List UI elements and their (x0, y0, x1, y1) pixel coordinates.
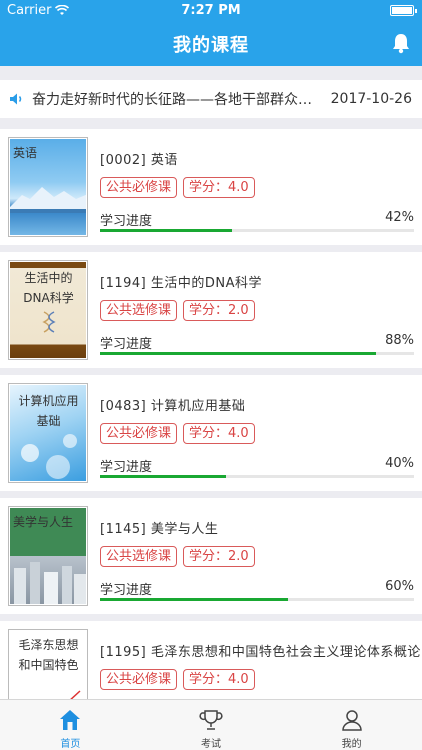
course-type-badge: 公共必修课 (100, 669, 178, 690)
progress-label: 学习进度 (100, 214, 153, 229)
tab-bar: 首页 考试 我的 (0, 699, 422, 750)
credit-badge: 学分：4.0 (183, 177, 255, 198)
credit-badge: 学分：4.0 (183, 669, 255, 690)
cover-title: 美学与人生 (13, 515, 74, 529)
course-title: [0002] 英语 (100, 153, 178, 168)
cover-title: 计算机应用基础 (18, 394, 79, 428)
progress-percent: 40% (385, 456, 414, 471)
cover-title: 毛泽东思想和中国特色 (18, 638, 79, 672)
home-icon (60, 710, 81, 730)
course-title: [1145] 美学与人生 (100, 522, 219, 537)
progress-percent: 42% (385, 210, 414, 225)
course-card[interactable]: 英语 [0002] 英语 公共必修课 学分：4.0 学习进度 42% (0, 129, 422, 245)
course-list[interactable]: 英语 [0002] 英语 公共必修课 学分：4.0 学习进度 42% 生活中的D… (0, 129, 422, 699)
speaker-icon (10, 93, 22, 105)
credit-badge: 学分：2.0 (183, 300, 255, 321)
progress-bar (100, 475, 414, 478)
progress-bar (100, 598, 414, 601)
course-card[interactable]: 计算机应用基础 [0483] 计算机应用基础 公共必修课 学分：4.0 学习进度… (0, 375, 422, 491)
course-title: [1194] 生活中的DNA科学 (100, 276, 262, 291)
course-cover: 英语 (8, 137, 88, 237)
progress-bar (100, 229, 414, 232)
tab-home[interactable]: 首页 (0, 700, 141, 750)
page-title: 我的课程 (173, 35, 249, 56)
progress-label: 学习进度 (100, 337, 153, 352)
tab-profile[interactable]: 我的 (281, 700, 422, 750)
notice-text: 奋力走好新时代的长征路——各地干部群众热议 (32, 92, 323, 108)
course-type-badge: 公共选修课 (100, 546, 178, 567)
progress-label: 学习进度 (100, 460, 153, 475)
trophy-icon (199, 710, 223, 730)
tab-label: 首页 (60, 739, 81, 750)
status-time: 7:27 PM (181, 3, 241, 18)
battery-icon (390, 5, 417, 16)
tab-exam[interactable]: 考试 (141, 700, 282, 750)
progress-percent: 88% (385, 333, 414, 348)
course-cover: 美学与人生 (8, 506, 88, 606)
course-type-badge: 公共必修课 (100, 177, 178, 198)
bell-icon[interactable] (390, 32, 412, 54)
course-cover: 计算机应用基础 (8, 383, 88, 483)
course-cover: 生活中的DNA科学 (8, 260, 88, 360)
progress-percent: 60% (385, 579, 414, 594)
tab-label: 考试 (201, 739, 221, 750)
course-title: [0483] 计算机应用基础 (100, 399, 246, 414)
course-type-badge: 公共选修课 (100, 300, 178, 321)
notice-date: 2017-10-26 (330, 91, 412, 107)
user-icon (341, 710, 362, 731)
course-title: [1195] 毛泽东思想和中国特色社会主义理论体系概论 (100, 645, 421, 660)
cover-title: 英语 (13, 146, 38, 160)
status-bar: Carrier 7:27 PM (0, 0, 422, 22)
progress-label: 学习进度 (100, 583, 153, 598)
progress-fill (100, 475, 226, 478)
notice-bar[interactable]: 奋力走好新时代的长征路——各地干部群众热议 2017-10-26 (0, 80, 422, 118)
progress-bar (100, 352, 414, 355)
progress-fill (100, 598, 289, 601)
course-card[interactable]: 毛泽东思想和中国特色 [1195] 毛泽东思想和中国特色社会主义理论体系概论 公… (0, 621, 422, 699)
progress-fill (100, 229, 232, 232)
credit-badge: 学分：4.0 (183, 423, 255, 444)
app-header: Carrier 7:27 PM 我的课程 (0, 0, 422, 66)
course-type-badge: 公共必修课 (100, 423, 178, 444)
course-cover: 毛泽东思想和中国特色 (8, 629, 88, 699)
course-card[interactable]: 生活中的DNA科学 [1194] 生活中的DNA科学 公共选修课 学分：2.0 … (0, 252, 422, 368)
progress-fill (100, 352, 377, 355)
course-card[interactable]: 美学与人生 [1145] 美学与人生 公共选修课 学分：2.0 学习进度 60% (0, 498, 422, 614)
tab-label: 我的 (341, 739, 362, 750)
cover-title: 生活中的DNA科学 (23, 271, 74, 305)
credit-badge: 学分：2.0 (183, 546, 255, 567)
